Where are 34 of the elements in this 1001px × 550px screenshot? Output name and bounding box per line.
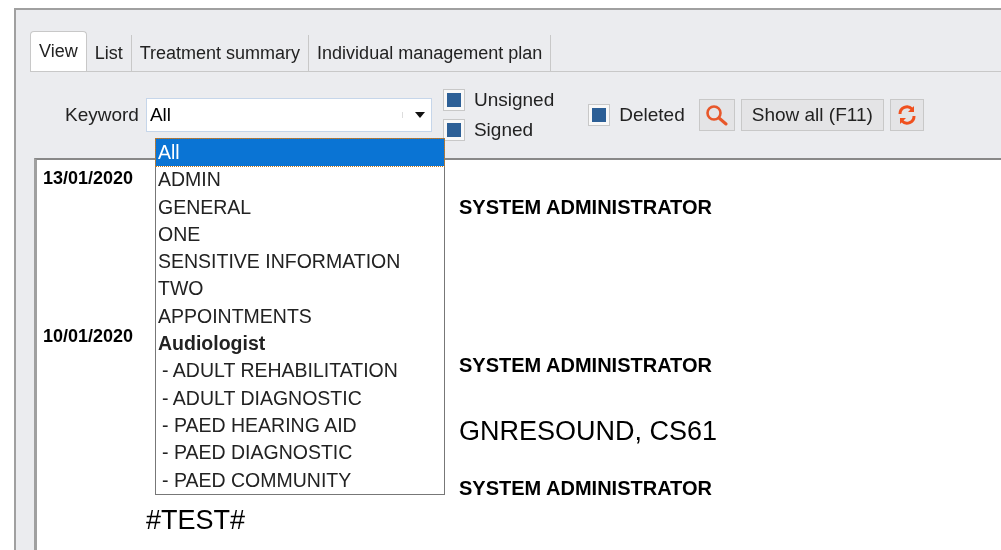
tab[interactable]: View: [30, 31, 87, 71]
checkbox-label: Signed: [473, 119, 534, 141]
dropdown-option[interactable]: - PAED HEARING AID: [156, 411, 444, 440]
checkbox-label: Deleted: [619, 104, 685, 126]
show-all-button[interactable]: Show all (F11): [740, 99, 884, 131]
keyword-label: Keyword: [65, 104, 139, 126]
entry-author: SYSTEM ADMINISTRATOR: [459, 477, 713, 501]
dropdown-option[interactable]: - PAED COMMUNITY: [156, 466, 444, 494]
dropdown-option[interactable]: GENERAL: [156, 193, 444, 221]
entry-author: SYSTEM ADMINISTRATOR: [459, 196, 713, 220]
dropdown-option[interactable]: TWO: [156, 275, 444, 303]
entry-note: #TEST#: [146, 505, 247, 536]
checkbox[interactable]: [589, 105, 610, 125]
dropdown-option[interactable]: APPOINTMENTS: [156, 302, 444, 331]
keyword-dropdown[interactable]: All: [145, 98, 432, 132]
entry-date: 13/01/2020: [43, 168, 134, 190]
search-button[interactable]: [698, 99, 735, 131]
dropdown-option[interactable]: Audiologist: [156, 330, 444, 358]
dropdown-option[interactable]: ONE: [156, 220, 444, 249]
dropdown-option[interactable]: - PAED DIAGNOSTIC: [156, 439, 444, 467]
entry-author: SYSTEM ADMINISTRATOR: [459, 354, 713, 378]
entry-detail: GNRESOUND, CS61: [459, 416, 719, 447]
search-icon: [704, 104, 729, 126]
dropdown-option[interactable]: ADMIN: [156, 166, 444, 194]
caret-icon: [401, 112, 425, 118]
checkbox[interactable]: [443, 90, 464, 110]
entry-date: 10/01/2020: [43, 326, 134, 348]
dropdown-option[interactable]: SENSITIVE INFORMATION: [156, 248, 444, 276]
checkbox[interactable]: [443, 120, 464, 140]
checkbox-label: Unsigned: [473, 89, 555, 111]
dropdown-option[interactable]: All: [156, 139, 444, 167]
dropdown-option[interactable]: - ADULT DIAGNOSTIC: [156, 384, 444, 412]
dropdown-option[interactable]: - ADULT REHABILITATION: [156, 357, 444, 385]
refresh-button[interactable]: [889, 99, 924, 131]
